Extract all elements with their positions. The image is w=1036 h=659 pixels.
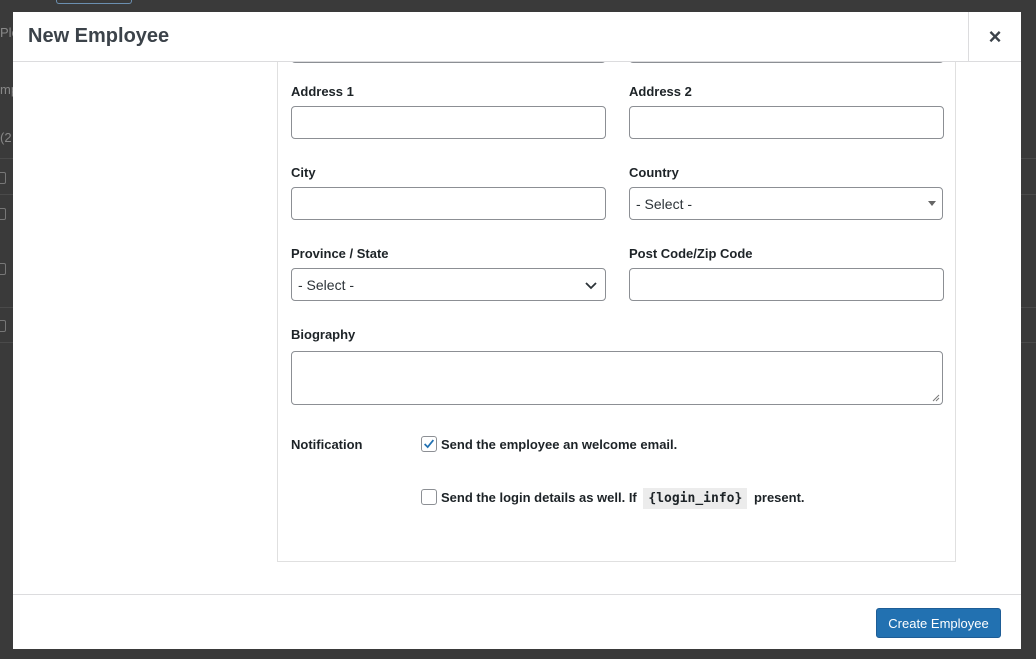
modal-header: New Employee × [13, 12, 1021, 62]
new-employee-modal: New Employee × Address 1 Address 2 City … [13, 12, 1021, 649]
login-details-text: Send the login details as well. If [441, 490, 637, 505]
background-text-fragment: mp [0, 82, 14, 97]
state-label: Province / State [291, 246, 389, 261]
address2-input[interactable] [629, 106, 944, 139]
state-select[interactable]: - Select - [291, 268, 606, 301]
background-button [56, 0, 132, 4]
modal-body: Address 1 Address 2 City Country - Selec… [13, 62, 1021, 594]
close-icon: × [988, 24, 1002, 49]
notification-label: Notification [291, 437, 363, 452]
address1-input[interactable] [291, 106, 606, 139]
background-checkbox [0, 320, 6, 332]
background-checkbox [0, 208, 6, 220]
address2-label: Address 2 [629, 84, 692, 99]
country-select[interactable]: - Select - [629, 187, 943, 220]
background-checkbox [0, 172, 6, 184]
modal-footer: Create Employee [13, 594, 1021, 649]
city-label: City [291, 165, 316, 180]
background-text-fragment: Ple [0, 25, 14, 40]
checkmark-icon [424, 439, 435, 449]
login-details-checkbox[interactable] [421, 489, 437, 505]
city-input[interactable] [291, 187, 606, 220]
login-details-label[interactable]: Send the login details as well. If {logi… [441, 488, 805, 509]
employee-form-panel: Address 1 Address 2 City Country - Selec… [277, 62, 956, 562]
previous-field-right-input[interactable] [629, 62, 944, 63]
create-employee-button[interactable]: Create Employee [876, 608, 1001, 638]
biography-label: Biography [291, 327, 356, 342]
resize-handle-icon[interactable] [932, 394, 940, 402]
previous-field-left-input[interactable] [291, 62, 606, 63]
biography-textarea[interactable] [291, 351, 943, 405]
background-text-fragment: (2 [0, 130, 12, 145]
postcode-label: Post Code/Zip Code [629, 246, 753, 261]
welcome-email-checkbox[interactable] [421, 436, 437, 452]
chevron-down-icon [585, 282, 597, 290]
country-select-value: - Select - [636, 195, 693, 212]
close-button[interactable]: × [968, 12, 1021, 62]
login-details-suffix: present. [753, 490, 805, 505]
postcode-input[interactable] [629, 268, 944, 301]
address1-label: Address 1 [291, 84, 354, 99]
welcome-email-label[interactable]: Send the employee an welcome email. [441, 437, 677, 452]
country-label: Country [629, 165, 679, 180]
login-info-token: {login_info} [643, 488, 748, 509]
caret-down-icon [928, 201, 936, 206]
modal-title: New Employee [28, 25, 170, 47]
state-select-value: - Select - [298, 276, 355, 293]
background-checkbox [0, 263, 6, 275]
